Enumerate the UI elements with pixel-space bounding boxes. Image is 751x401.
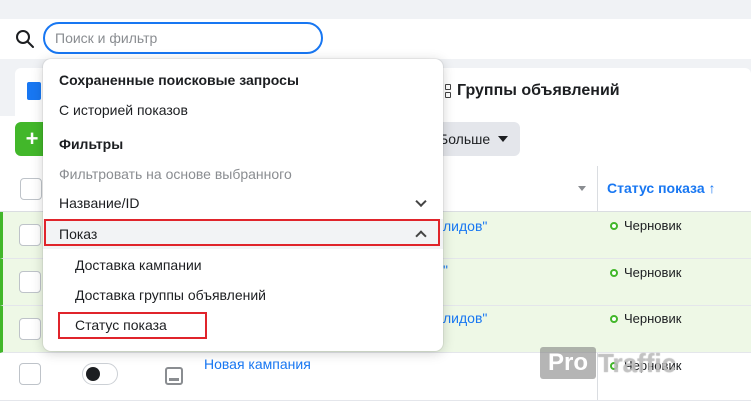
status-text: Черновик	[624, 311, 682, 326]
tab-adsets-label: Группы объявлений	[457, 82, 620, 99]
campaign-name-link[interactable]: лидов"	[443, 310, 487, 326]
filter-adset-delivery[interactable]: Доставка группы объявлений	[43, 280, 443, 310]
filter-delivery-status[interactable]: Статус показа	[43, 310, 443, 340]
watermark-logo: Pro Traffic	[540, 342, 695, 384]
row-checkbox[interactable]	[19, 318, 41, 340]
row-checkbox[interactable]	[19, 224, 41, 246]
saved-search-item[interactable]: С историей показов	[43, 95, 443, 125]
tab-adsets[interactable]: Группы объявлений	[437, 82, 620, 100]
column-header-delivery-status[interactable]: Статус показа ↑	[607, 180, 716, 196]
row-checkbox[interactable]	[19, 271, 41, 293]
filter-campaign-delivery[interactable]: Доставка кампании	[43, 250, 443, 280]
column-menu-caret-icon[interactable]	[578, 186, 586, 191]
search-icon	[16, 30, 34, 48]
caret-down-icon	[498, 136, 509, 142]
campaign-name-link[interactable]: Новая кампания	[204, 356, 311, 372]
status-dot-icon	[610, 221, 618, 230]
watermark-traffic: Traffic	[598, 347, 677, 378]
campaign-name-link[interactable]: лидов"	[443, 218, 487, 234]
select-all-checkbox[interactable]	[20, 178, 42, 200]
search-input[interactable]	[43, 22, 323, 54]
chevron-down-icon	[415, 195, 427, 208]
saved-searches-heading: Сохраненные поисковые запросы	[59, 72, 299, 88]
more-button-label: Больше	[439, 131, 491, 147]
status-text: Черновик	[624, 265, 682, 280]
status-dot-icon	[610, 268, 618, 277]
status-cell: Черновик	[610, 311, 681, 326]
status-dot-icon	[610, 314, 618, 323]
filter-by-selected-item: Фильтровать на основе выбранного	[59, 166, 292, 182]
chevron-up-icon	[415, 230, 427, 242]
filter-delivery[interactable]: Показ	[43, 219, 443, 249]
watermark-pro: Pro	[540, 347, 597, 379]
campaign-type-icon	[165, 367, 183, 385]
status-cell: Черновик	[610, 265, 681, 280]
status-text: Черновик	[624, 218, 682, 233]
filters-heading: Фильтры	[59, 136, 124, 152]
campaign-toggle[interactable]	[82, 363, 118, 385]
campaign-name-link[interactable]: "	[443, 262, 448, 278]
campaign-folder-icon[interactable]	[27, 82, 41, 100]
search-dropdown: Сохраненные поисковые запросы С историей…	[43, 59, 443, 351]
row-checkbox[interactable]	[19, 363, 41, 385]
filter-name-id[interactable]: Название/ID	[43, 188, 443, 218]
status-cell: Черновик	[610, 218, 681, 233]
search-bar	[0, 19, 751, 59]
